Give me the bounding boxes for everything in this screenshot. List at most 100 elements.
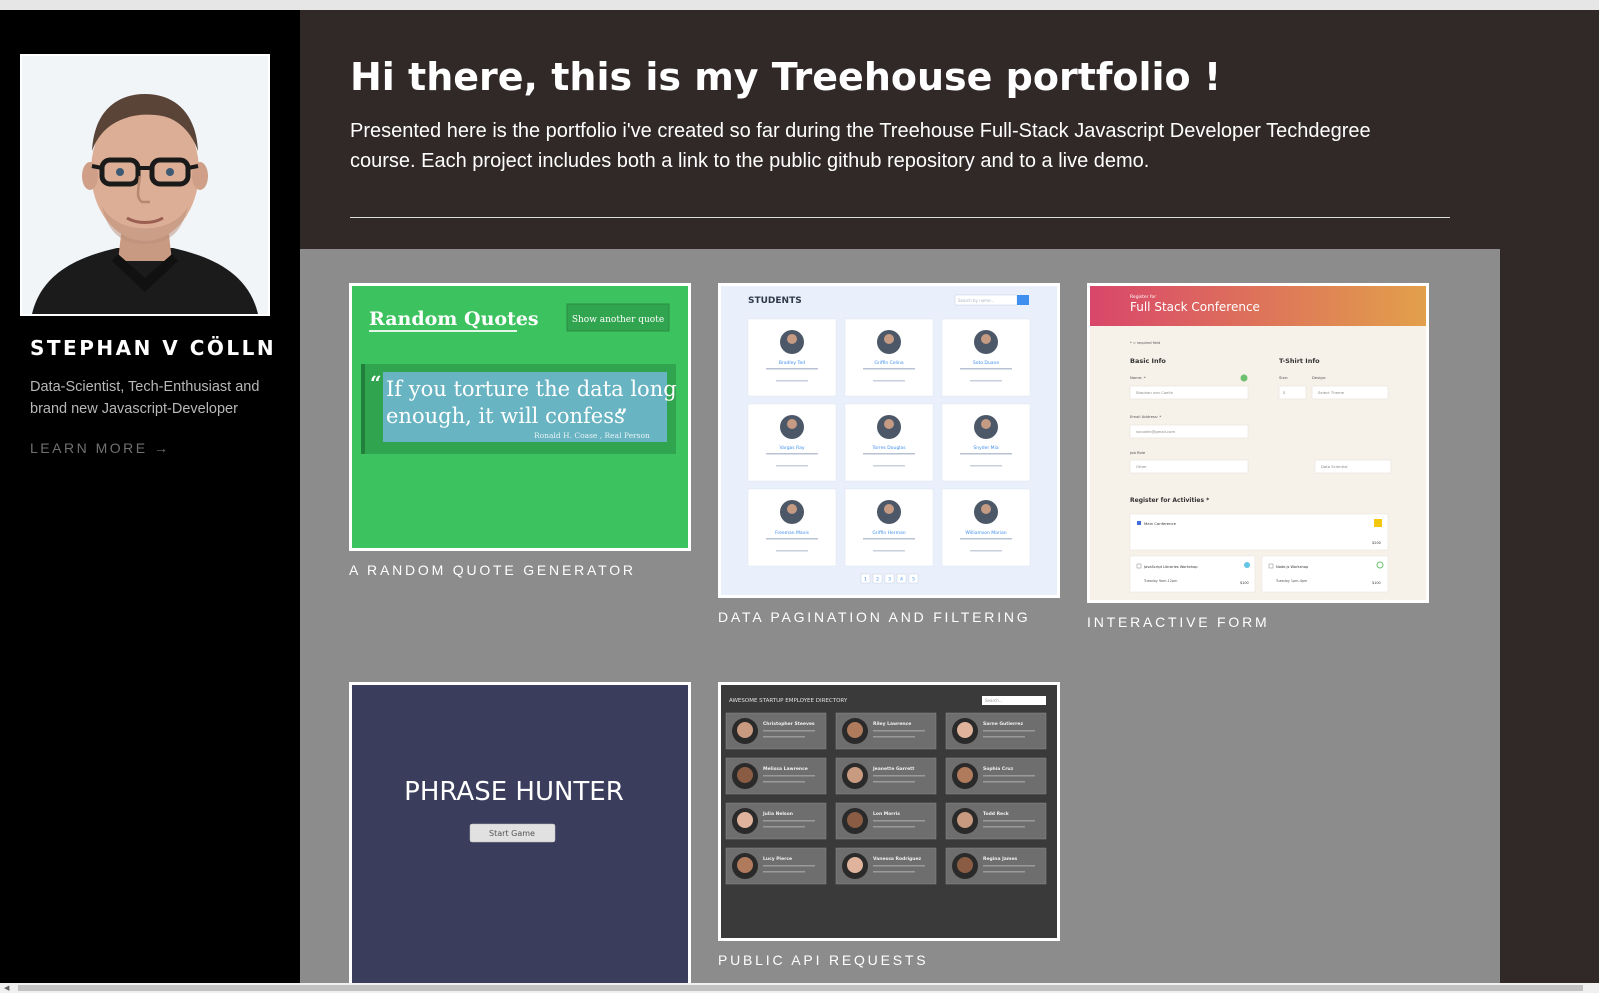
preview-quote-line2: enough, it will confess <box>386 404 625 428</box>
svg-text:Stephan von Coelln: Stephan von Coelln <box>1136 390 1174 395</box>
public-api-preview: AWESOME STARTUP EMPLOYEE DIRECTORY Searc… <box>721 685 1057 938</box>
browser-top-strip <box>0 0 1599 10</box>
preview-phrase-title: PHRASE HUNTER <box>404 777 624 807</box>
svg-text:Size:: Size: <box>1279 375 1288 380</box>
project-thumbnail[interactable]: Register for Full Stack Conference * = r… <box>1087 283 1429 603</box>
preview-employee-card: Julia Nelson <box>725 802 827 840</box>
preview-employee-card: Vanessa Rodriguez <box>835 847 937 885</box>
profile-name: STEPHAN V CÖLLN <box>30 336 277 360</box>
random-quotes-preview: Random Quotes Show another quote “ If yo… <box>352 286 688 548</box>
preview-student-card: Williamson Marian <box>941 488 1031 567</box>
preview-student-card: Soto Duane <box>941 318 1031 397</box>
project-thumbnail[interactable]: AWESOME STARTUP EMPLOYEE DIRECTORY Searc… <box>718 682 1060 941</box>
preview-student-name: Freeman Mavis <box>775 530 810 536</box>
preview-quote-source: Ronald H. Coase , Real Person <box>534 431 650 440</box>
preview-quote-line1: If you torture the data long <box>386 377 677 401</box>
svg-text:Register for Activities *: Register for Activities * <box>1130 497 1210 504</box>
preview-employee-card: Todd Reck <box>945 802 1047 840</box>
preview-employee-card: Christopher Steeves <box>725 712 827 750</box>
interactive-form-preview: Register for Full Stack Conference * = r… <box>1090 286 1426 600</box>
preview-student-name: Snyder Mia <box>973 445 998 451</box>
preview-student-card: Vargas Ray <box>747 403 837 482</box>
phrase-hunter-preview: PHRASE HUNTER Start Game <box>352 685 688 983</box>
preview-student-name: Bradley Ted <box>779 360 805 366</box>
profile-photo-image <box>22 56 268 314</box>
preview-student-name: Griffin Celina <box>874 360 903 366</box>
svg-text:$100: $100 <box>1240 581 1249 585</box>
project-caption[interactable]: INTERACTIVE FORM <box>1087 614 1429 630</box>
preview-student-card: Griffin Celina <box>844 318 934 397</box>
preview-employee-name: Sarne Gutierrez <box>983 721 1023 727</box>
project-caption[interactable]: PUBLIC API REQUESTS <box>718 952 1060 968</box>
svg-text:Tuesday 1pm-4pm: Tuesday 1pm-4pm <box>1275 579 1308 583</box>
divider <box>350 217 1450 218</box>
preview-employee-card: Lucy Pierce <box>725 847 827 885</box>
preview-page-number: 1 <box>864 577 867 583</box>
preview-student-card: Torres Douglas <box>844 403 934 482</box>
scrollbar-thumb[interactable] <box>18 985 1583 991</box>
svg-text:Design:: Design: <box>1312 375 1326 380</box>
preview-employee-name: Lon Morris <box>873 811 900 817</box>
scroll-left-icon[interactable]: ◀ <box>4 984 9 992</box>
data-pagination-preview: STUDENTS Search by name... Bradley Ted Gr… <box>721 286 1057 595</box>
project-card-data-pagination[interactable]: STUDENTS Search by name... Bradley Ted Gr… <box>718 283 1060 625</box>
preview-student-card: Griffin Herman <box>844 488 934 567</box>
preview-employee-card: Riley Lawrence <box>835 712 937 750</box>
preview-student-name: Soto Duane <box>973 360 999 366</box>
preview-employee-name: Christopher Steeves <box>763 721 815 727</box>
svg-text:T-Shirt Info: T-Shirt Info <box>1279 357 1320 365</box>
project-thumbnail[interactable]: STUDENTS Search by name... Bradley Ted Gr… <box>718 283 1060 598</box>
preview-employee-name: Lucy Pierce <box>763 856 792 862</box>
preview-employee-name: Jeanette Garrett <box>872 766 915 772</box>
preview-student-card: Bradley Ted <box>747 318 837 397</box>
preview-employee-card: Jeanette Garrett <box>835 757 937 795</box>
preview-employee-name: Riley Lawrence <box>873 721 911 727</box>
preview-employee-card: Lon Morris <box>835 802 937 840</box>
preview-students-header: STUDENTS <box>748 296 802 306</box>
project-caption[interactable]: DATA PAGINATION AND FILTERING <box>718 609 1060 625</box>
preview-student-card: Freeman Mavis <box>747 488 837 567</box>
profile-sidebar: STEPHAN V CÖLLN Data-Scientist, Tech-Ent… <box>0 10 300 983</box>
preview-page-number: 5 <box>912 577 915 583</box>
preview-employee-card: Sarne Gutierrez <box>945 712 1047 750</box>
preview-student-name: Williamson Marian <box>965 530 1006 536</box>
project-thumbnail[interactable]: Random Quotes Show another quote “ If yo… <box>349 283 691 551</box>
profile-photo <box>20 54 270 316</box>
project-card-random-quotes[interactable]: Random Quotes Show another quote “ If yo… <box>349 283 691 578</box>
preview-page-number: 4 <box>900 577 903 583</box>
preview-directory-header: AWESOME STARTUP EMPLOYEE DIRECTORY <box>729 698 848 704</box>
project-card-interactive-form[interactable]: Register for Full Stack Conference * = r… <box>1087 283 1429 630</box>
preview-employee-name: Regina James <box>983 856 1018 862</box>
svg-text:svcoelln@gmail.com: svcoelln@gmail.com <box>1136 429 1175 434</box>
page-title: Hi there, this is my Treehouse portfolio… <box>350 55 1222 99</box>
project-card-phrase-hunter[interactable]: PHRASE HUNTER Start Game <box>349 682 691 983</box>
project-gallery: Random Quotes Show another quote “ If yo… <box>300 249 1500 983</box>
preview-title: Random Quotes <box>369 308 539 330</box>
svg-text:Email Address: *: Email Address: * <box>1130 414 1161 419</box>
svg-text:”: ” <box>616 404 628 428</box>
preview-page-number: 2 <box>876 577 879 583</box>
svg-text:JavaScript Libraries Workshop: JavaScript Libraries Workshop <box>1143 565 1198 569</box>
profile-tagline: Data-Scientist, Tech-Enthusiast and bran… <box>30 379 260 417</box>
preview-employee-card: Regina James <box>945 847 1047 885</box>
project-card-public-api[interactable]: AWESOME STARTUP EMPLOYEE DIRECTORY Searc… <box>718 682 1060 968</box>
learn-more-link[interactable]: LEARN MORE → <box>30 440 170 456</box>
svg-text:Data Scientist: Data Scientist <box>1321 464 1348 469</box>
main-content: Hi there, this is my Treehouse portfolio… <box>300 10 1599 983</box>
project-thumbnail[interactable]: PHRASE HUNTER Start Game <box>349 682 691 983</box>
preview-student-card: Snyder Mia <box>941 403 1031 482</box>
project-caption[interactable]: A RANDOM QUOTE GENERATOR <box>349 562 691 578</box>
preview-student-grid: Bradley Ted Griffin Celina Soto Duane Varga… <box>747 318 1031 567</box>
preview-employee-name: Vanessa Rodriguez <box>873 856 922 862</box>
preview-employee-card: Sophia Cruz <box>945 757 1047 795</box>
horizontal-scrollbar[interactable]: ◀ <box>0 983 1599 993</box>
svg-text:Search...: Search... <box>985 698 1003 703</box>
preview-employee-card: Melissa Lawrence <box>725 757 827 795</box>
preview-employee-name: Julia Nelson <box>762 811 793 817</box>
preview-employee-name: Melissa Lawrence <box>763 766 808 772</box>
svg-text:Other: Other <box>1136 464 1147 469</box>
svg-text:Main Conference: Main Conference <box>1144 521 1177 526</box>
svg-text:Node.js Workshop: Node.js Workshop <box>1276 565 1309 569</box>
svg-text:* = required field: * = required field <box>1130 341 1160 345</box>
svg-text:Job Role: Job Role <box>1129 450 1146 455</box>
